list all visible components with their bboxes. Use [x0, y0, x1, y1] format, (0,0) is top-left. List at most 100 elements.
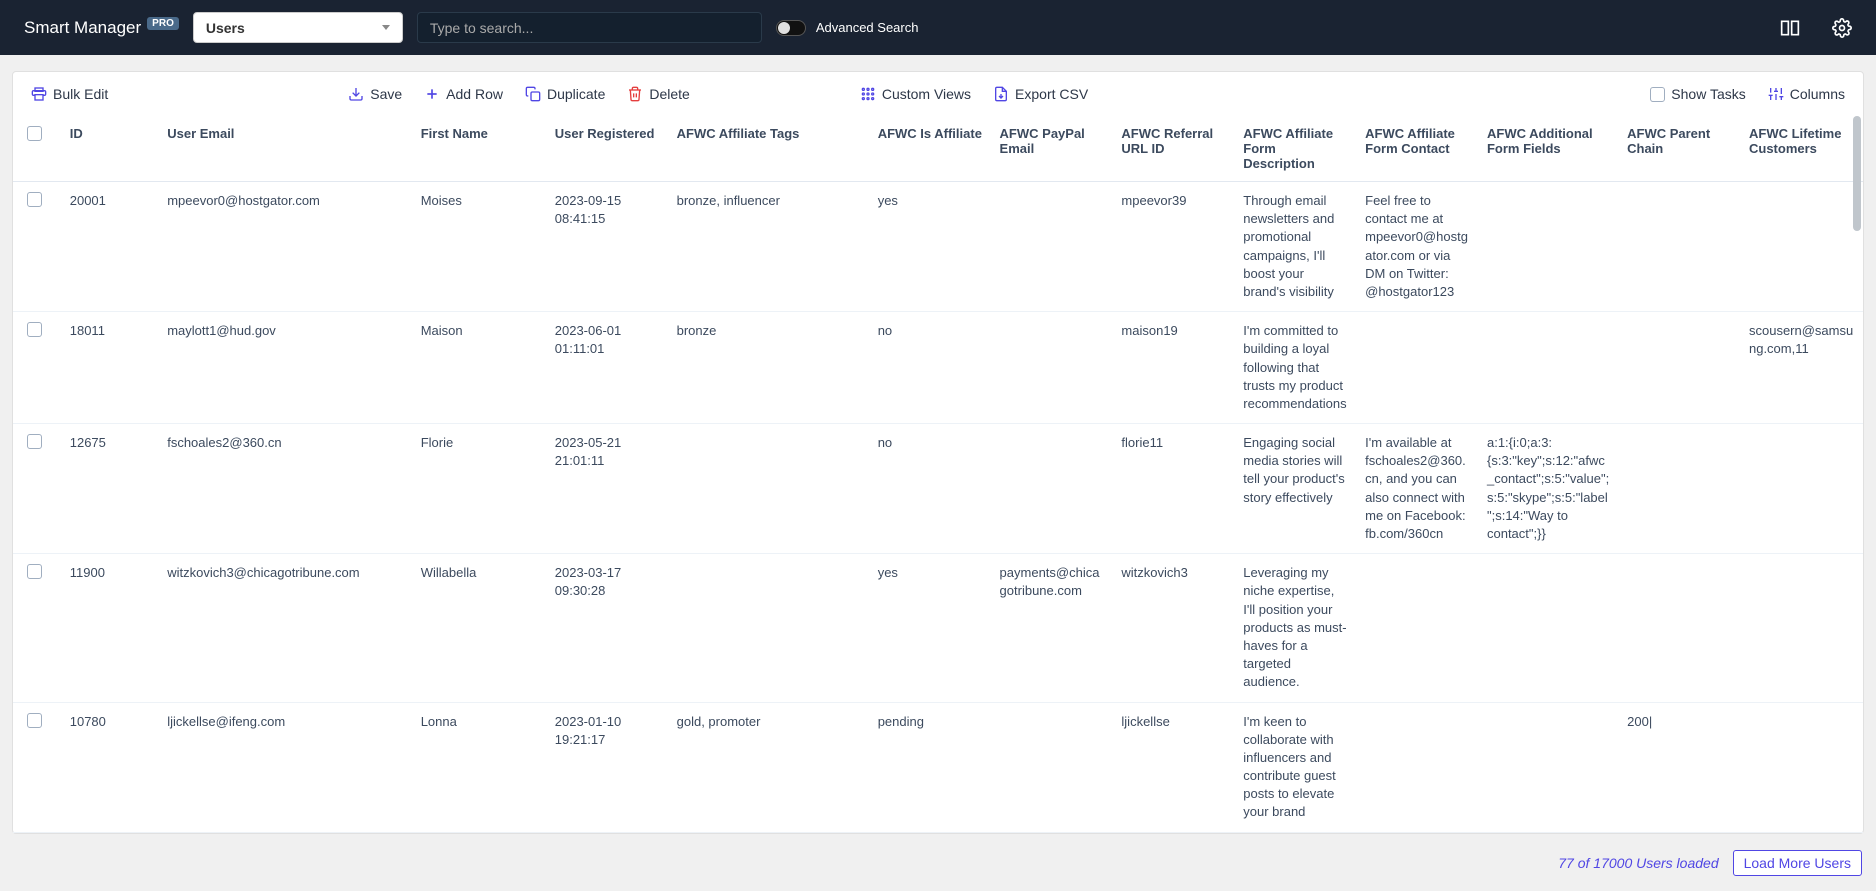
table-row[interactable]: 20001 mpeevor0@hostgator.com Moises 2023… [13, 182, 1863, 312]
cell-form-desc[interactable]: Through email newsletters and promotiona… [1235, 182, 1357, 312]
cell-email[interactable]: maylott1@hud.gov [159, 312, 412, 424]
col-form-contact[interactable]: AFWC Affiliate Form Contact [1357, 116, 1479, 182]
cell-form-contact[interactable]: I'm available at fschoales2@360.cn, and … [1357, 424, 1479, 554]
cell-paypal[interactable] [992, 182, 1114, 312]
col-id[interactable]: ID [62, 116, 159, 182]
table-row[interactable]: 10780 ljickellse@ifeng.com Lonna 2023-01… [13, 702, 1863, 832]
cell-email[interactable]: witzkovich3@chicagotribune.com [159, 554, 412, 702]
docs-icon[interactable] [1780, 18, 1800, 38]
cell-referral-id[interactable]: ljickellse [1113, 702, 1235, 832]
select-all-checkbox[interactable] [27, 126, 42, 141]
col-additional[interactable]: AFWC Additional Form Fields [1479, 116, 1619, 182]
row-checkbox[interactable] [27, 564, 42, 579]
cell-registered[interactable]: 2023-05-21 21:01:11 [547, 424, 669, 554]
cell-id[interactable]: 10780 [62, 702, 159, 832]
cell-tags[interactable]: bronze, influencer [669, 182, 870, 312]
search-input[interactable] [417, 12, 762, 43]
cell-first-name[interactable]: Florie [413, 424, 547, 554]
cell-is-affiliate[interactable]: no [870, 312, 992, 424]
cell-is-affiliate[interactable]: no [870, 424, 992, 554]
cell-parent[interactable]: 200| [1619, 702, 1741, 832]
cell-registered[interactable]: 2023-03-17 09:30:28 [547, 554, 669, 702]
cell-lifetime[interactable] [1741, 424, 1863, 554]
cell-id[interactable]: 12675 [62, 424, 159, 554]
cell-additional[interactable] [1479, 702, 1619, 832]
cell-form-desc[interactable]: I'm committed to building a loyal follow… [1235, 312, 1357, 424]
cell-tags[interactable]: gold, promoter [669, 702, 870, 832]
cell-tags[interactable] [669, 554, 870, 702]
col-is-affiliate[interactable]: AFWC Is Affiliate [870, 116, 992, 182]
col-form-desc[interactable]: AFWC Affiliate Form Description [1235, 116, 1357, 182]
row-checkbox[interactable] [27, 713, 42, 728]
cell-parent[interactable] [1619, 424, 1741, 554]
cell-registered[interactable]: 2023-01-10 19:21:17 [547, 702, 669, 832]
cell-email[interactable]: mpeevor0@hostgator.com [159, 182, 412, 312]
cell-lifetime[interactable] [1741, 702, 1863, 832]
col-referral-url[interactable]: AFWC Referral URL ID [1113, 116, 1235, 182]
cell-email[interactable]: fschoales2@360.cn [159, 424, 412, 554]
col-email[interactable]: User Email [159, 116, 412, 182]
col-paypal[interactable]: AFWC PayPal Email [992, 116, 1114, 182]
cell-paypal[interactable]: payments@chicagotribune.com [992, 554, 1114, 702]
add-row-button[interactable]: Add Row [424, 86, 503, 102]
cell-email[interactable]: ljickellse@ifeng.com [159, 702, 412, 832]
cell-is-affiliate[interactable]: pending [870, 702, 992, 832]
delete-button[interactable]: Delete [627, 86, 689, 102]
cell-tags[interactable] [669, 424, 870, 554]
dashboard-select[interactable]: Users [193, 12, 403, 43]
col-parent-chain[interactable]: AFWC Parent Chain [1619, 116, 1741, 182]
load-more-button[interactable]: Load More Users [1733, 850, 1862, 876]
row-checkbox[interactable] [27, 322, 42, 337]
table-row[interactable]: 18011 maylott1@hud.gov Maison 2023-06-01… [13, 312, 1863, 424]
show-tasks-checkbox[interactable]: Show Tasks [1650, 86, 1745, 102]
col-first-name[interactable]: First Name [413, 116, 547, 182]
cell-registered[interactable]: 2023-06-01 01:11:01 [547, 312, 669, 424]
cell-is-affiliate[interactable]: yes [870, 182, 992, 312]
cell-referral-id[interactable]: mpeevor39 [1113, 182, 1235, 312]
export-csv-button[interactable]: Export CSV [993, 86, 1088, 102]
cell-form-contact[interactable] [1357, 702, 1479, 832]
col-tags[interactable]: AFWC Affiliate Tags [669, 116, 870, 182]
cell-referral-id[interactable]: florie11 [1113, 424, 1235, 554]
bulk-edit-button[interactable]: Bulk Edit [31, 86, 108, 102]
scrollbar-thumb[interactable] [1853, 116, 1861, 231]
cell-lifetime[interactable] [1741, 182, 1863, 312]
cell-paypal[interactable] [992, 424, 1114, 554]
gear-icon[interactable] [1832, 18, 1852, 38]
table-row[interactable]: 11900 witzkovich3@chicagotribune.com Wil… [13, 554, 1863, 702]
cell-form-desc[interactable]: I'm keen to collaborate with influencers… [1235, 702, 1357, 832]
cell-first-name[interactable]: Moises [413, 182, 547, 312]
columns-button[interactable]: Columns [1768, 86, 1845, 102]
duplicate-button[interactable]: Duplicate [525, 86, 605, 102]
cell-additional[interactable] [1479, 312, 1619, 424]
cell-parent[interactable] [1619, 554, 1741, 702]
cell-additional[interactable] [1479, 182, 1619, 312]
cell-parent[interactable] [1619, 182, 1741, 312]
cell-referral-id[interactable]: maison19 [1113, 312, 1235, 424]
cell-id[interactable]: 18011 [62, 312, 159, 424]
table-row[interactable]: 12675 fschoales2@360.cn Florie 2023-05-2… [13, 424, 1863, 554]
cell-lifetime[interactable]: scousern@samsung.com,11 [1741, 312, 1863, 424]
row-checkbox[interactable] [27, 192, 42, 207]
cell-form-contact[interactable] [1357, 554, 1479, 702]
cell-paypal[interactable] [992, 702, 1114, 832]
cell-id[interactable]: 11900 [62, 554, 159, 702]
cell-referral-id[interactable]: witzkovich3 [1113, 554, 1235, 702]
col-lifetime[interactable]: AFWC Lifetime Customers [1741, 116, 1863, 182]
cell-first-name[interactable]: Lonna [413, 702, 547, 832]
cell-tags[interactable]: bronze [669, 312, 870, 424]
cell-additional[interactable] [1479, 554, 1619, 702]
cell-lifetime[interactable] [1741, 554, 1863, 702]
save-button[interactable]: Save [348, 86, 402, 102]
cell-form-contact[interactable]: Feel free to contact me at mpeevor0@host… [1357, 182, 1479, 312]
cell-additional[interactable]: a:1:{i:0;a:3:{s:3:"key";s:12:"afwc_conta… [1479, 424, 1619, 554]
checkbox-icon[interactable] [1650, 87, 1665, 102]
cell-parent[interactable] [1619, 312, 1741, 424]
cell-id[interactable]: 20001 [62, 182, 159, 312]
cell-registered[interactable]: 2023-09-15 08:41:15 [547, 182, 669, 312]
cell-paypal[interactable] [992, 312, 1114, 424]
cell-form-desc[interactable]: Engaging social media stories will tell … [1235, 424, 1357, 554]
row-checkbox[interactable] [27, 434, 42, 449]
cell-form-desc[interactable]: Leveraging my niche expertise, I'll posi… [1235, 554, 1357, 702]
toggle-switch[interactable] [776, 20, 806, 36]
